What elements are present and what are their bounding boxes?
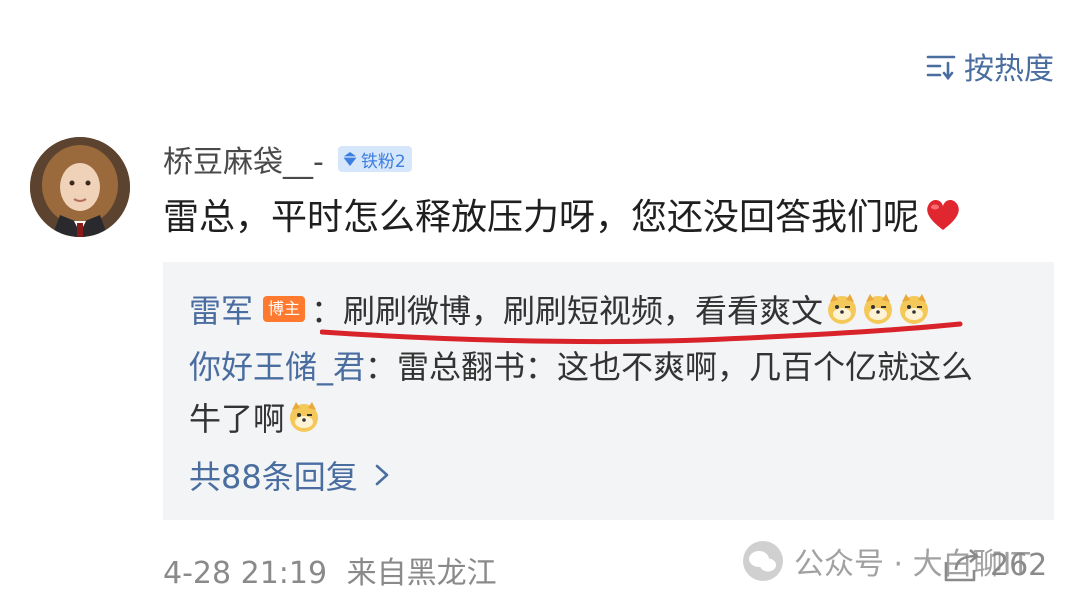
fan-badge-label: 铁粉2 <box>360 151 406 172</box>
wechat-icon <box>743 541 783 581</box>
chevron-right-icon <box>375 464 389 486</box>
reply-text-line2: 牛了啊 <box>189 400 286 438</box>
reply-author[interactable]: 你好王储_君 <box>189 342 365 388</box>
sort-label: 按热度 <box>964 52 1054 87</box>
location: 来自黑龙江 <box>346 556 497 591</box>
reply-item-continued: 牛了啊 <box>189 394 321 440</box>
replies-panel[interactable]: 雷军 博主 ：刷刷微博，刷刷短视频，看看爽文 你好王储_君 ：雷总翻书：这也不爽… <box>163 262 1054 520</box>
share-count: 262 <box>990 548 1048 583</box>
doge-emoji-icon <box>290 402 319 432</box>
watermark: 公众号 · 大白聊IT <box>740 538 1030 584</box>
comment-header: 桥豆麻袋__- 铁粉2 <box>163 137 412 181</box>
author-badge: 博主 <box>263 296 306 322</box>
timestamp: 4-28 21:19 <box>163 556 328 591</box>
reply-author[interactable]: 雷军 <box>189 286 253 332</box>
comment-text: 雷总，平时怎么释放压力呀，您还没回答我们呢 <box>163 197 920 238</box>
view-all-replies-link[interactable]: 共88条回复 <box>189 452 390 498</box>
reply-count-label: 共88条回复 <box>189 458 358 496</box>
share-icon[interactable] <box>942 548 982 584</box>
comment-body: 雷总，平时怎么释放压力呀，您还没回答我们呢 <box>163 188 963 240</box>
avatar[interactable] <box>30 137 130 237</box>
sort-icon <box>926 55 956 81</box>
fan-level-badge: 铁粉2 <box>337 146 412 172</box>
red-underline-annotation <box>320 321 963 345</box>
diamond-icon <box>342 152 357 166</box>
reply-text: ：雷总翻书：这也不爽啊，几百个亿就这么 <box>365 348 974 386</box>
comment-username[interactable]: 桥豆麻袋__- <box>163 137 324 181</box>
comment-meta: 4-28 21:19 来自黑龙江 <box>163 548 497 592</box>
heart-icon <box>927 200 959 230</box>
avatar-image <box>30 137 130 237</box>
sort-by-hot-button[interactable]: 按热度 <box>926 44 1054 88</box>
reply-item[interactable]: 你好王储_君 ：雷总翻书：这也不爽啊，几百个亿就这么 <box>189 342 973 388</box>
